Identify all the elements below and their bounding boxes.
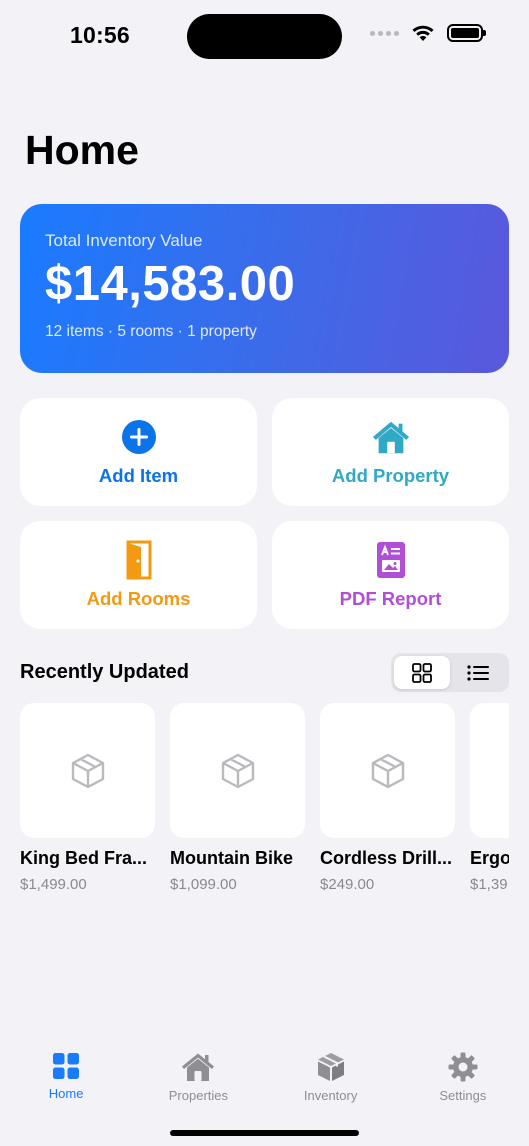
- add-item-button[interactable]: Add Item: [20, 398, 257, 506]
- plus-circle-icon: [119, 417, 159, 457]
- tab-label: Properties: [168, 1088, 228, 1103]
- recently-updated-title: Recently Updated: [20, 661, 189, 683]
- dynamic-island: [187, 14, 342, 59]
- add-property-label: Add Property: [331, 465, 450, 486]
- report-icon: [371, 540, 411, 580]
- status-time: 10:56: [70, 22, 130, 48]
- box-icon: [371, 753, 404, 788]
- gear-icon: [448, 1052, 478, 1082]
- item-price: $249.00: [320, 876, 375, 893]
- inventory-value-card[interactable]: Total Inventory Value $14,583.00 12 item…: [20, 204, 509, 373]
- status-icons: [370, 24, 486, 42]
- grid-view-icon: [412, 662, 432, 683]
- add-rooms-label: Add Rooms: [86, 588, 191, 609]
- add-rooms-button[interactable]: Add Rooms: [20, 521, 257, 629]
- item-price: $1,099.00: [170, 876, 237, 893]
- tab-label: Settings: [439, 1088, 487, 1103]
- add-item-label: Add Item: [98, 465, 179, 486]
- item-thumbnail: [170, 703, 305, 838]
- add-property-button[interactable]: Add Property: [272, 398, 509, 506]
- list-view-icon: [467, 664, 489, 681]
- recent-items-carousel[interactable]: King Bed Fra... $1,499.00 Mountain Bike …: [20, 703, 509, 903]
- list-view-button[interactable]: [450, 656, 506, 689]
- house-icon: [371, 417, 411, 457]
- item-name: Cordless Drill...: [320, 848, 453, 868]
- tab-label: Home: [48, 1086, 84, 1101]
- page-title: Home: [25, 127, 139, 173]
- grid-icon: [53, 1053, 80, 1079]
- grid-view-button[interactable]: [394, 656, 450, 689]
- view-toggle: [391, 653, 509, 692]
- door-icon: [119, 540, 159, 580]
- pdf-report-label: PDF Report: [339, 588, 442, 609]
- tab-home[interactable]: Home: [0, 1040, 132, 1110]
- house-icon: [182, 1053, 215, 1081]
- pdf-report-button[interactable]: PDF Report: [272, 521, 509, 629]
- tab-label: Inventory: [303, 1088, 358, 1103]
- item-price: $1,39: [470, 876, 508, 893]
- value-label: Total Inventory Value: [45, 231, 203, 250]
- item-thumbnail: [470, 703, 509, 838]
- item-thumbnail: [320, 703, 455, 838]
- tab-bar: Home Properties Inventory Settings: [0, 1040, 529, 1110]
- item-price: $1,499.00: [20, 876, 87, 893]
- signal-dots-icon: [370, 30, 399, 36]
- value-meta: 12 items · 5 rooms · 1 property: [45, 323, 257, 340]
- item-name: Mountain Bike: [170, 848, 294, 868]
- battery-icon: [447, 24, 486, 42]
- wifi-icon: [412, 25, 434, 41]
- item-name: Ergo: [470, 848, 509, 868]
- value-amount: $14,583.00: [45, 257, 296, 311]
- box-icon: [221, 753, 254, 788]
- box-icon: [71, 753, 104, 788]
- recent-item-card[interactable]: Cordless Drill... $249.00: [320, 703, 455, 893]
- tab-properties[interactable]: Properties: [132, 1040, 264, 1110]
- recent-item-card[interactable]: Mountain Bike $1,099.00: [170, 703, 305, 893]
- home-screen: 10:56 Home Total Inventory Value $14,583…: [0, 0, 529, 1146]
- tab-settings[interactable]: Settings: [397, 1040, 529, 1110]
- item-name: King Bed Fra...: [20, 848, 148, 868]
- recent-item-card[interactable]: King Bed Fra... $1,499.00: [20, 703, 155, 893]
- home-indicator: [170, 1130, 359, 1136]
- item-thumbnail: [20, 703, 155, 838]
- cube-icon: [317, 1053, 344, 1081]
- tab-inventory[interactable]: Inventory: [265, 1040, 397, 1110]
- recent-item-card[interactable]: Ergo $1,39: [470, 703, 509, 893]
